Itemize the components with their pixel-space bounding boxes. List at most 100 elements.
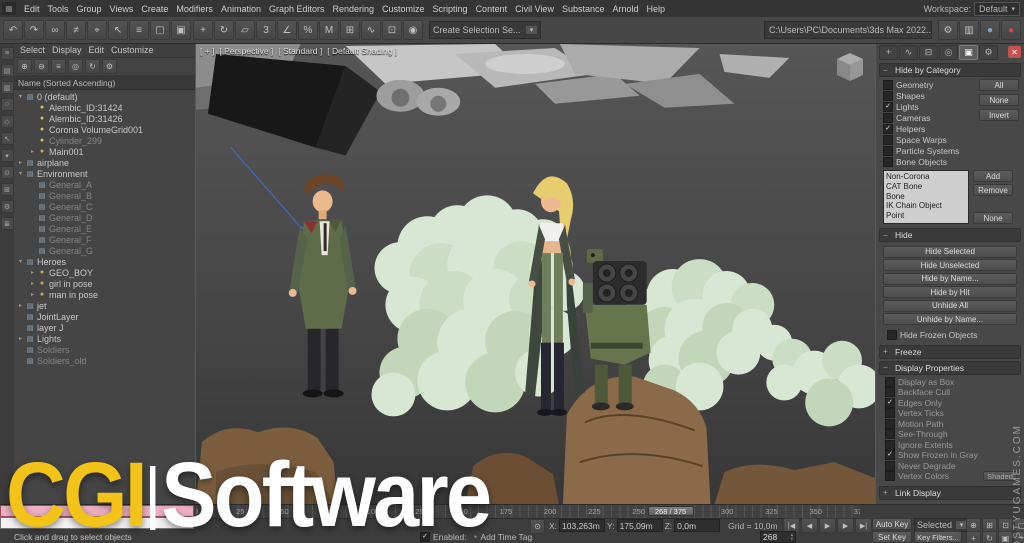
checkbox-bone-objects[interactable] [883, 157, 893, 167]
maximize-viewport-icon[interactable]: ▣ [998, 531, 1013, 543]
y-coordinate-field[interactable]: 175,09m [617, 519, 663, 532]
exclude-category-list[interactable]: Non-CoronaCAT BoneBoneIK Chain ObjectPoi… [883, 170, 969, 224]
checkbox-cameras[interactable] [883, 113, 893, 123]
z-coordinate-field[interactable]: 0,0m [674, 519, 720, 532]
tree-row[interactable]: ●Corona VolumeGrid001 [14, 124, 195, 135]
explorer-sort-header[interactable]: Name (Sorted Ascending) [14, 76, 195, 90]
list-item-ik-chain-object[interactable]: IK Chain Object [886, 201, 966, 211]
checkbox-see-through[interactable] [885, 429, 895, 439]
expand-arrow-icon[interactable]: ▸ [28, 148, 37, 155]
checkbox-vertex-ticks[interactable] [885, 408, 895, 418]
tree-row[interactable]: ●Cylinder_299 [14, 135, 195, 146]
tree-row[interactable]: ▸▤airplane [14, 157, 195, 168]
checkbox-backface-cull[interactable] [885, 387, 895, 397]
expand-arrow-icon[interactable]: ▸ [16, 159, 25, 166]
layer-explorer-icon[interactable]: ▤ [1, 64, 14, 77]
checkbox-display-as-box[interactable] [885, 377, 895, 387]
menu-graph-editors[interactable]: Graph Editors [265, 4, 329, 14]
render-setup-icon[interactable]: ⚙ [938, 20, 958, 40]
remove-button[interactable]: Remove [973, 184, 1013, 196]
tree-row[interactable]: ▤Soldiers_old [14, 355, 195, 366]
tree-row[interactable]: ▾▤Heroes [14, 256, 195, 267]
checkbox-shapes[interactable] [883, 91, 893, 101]
time-slider-handle[interactable]: 268 / 375 [648, 506, 694, 516]
menu-customize[interactable]: Customize [378, 4, 429, 14]
zoom-extents-icon[interactable]: ⊡ [998, 518, 1013, 532]
menu-modifiers[interactable]: Modifiers [172, 4, 217, 14]
spinner-arrows-icon[interactable]: ▴▾ [791, 533, 793, 541]
select-and-scale-icon[interactable]: ▱ [235, 20, 255, 40]
pick-child-icon[interactable]: ⊖ [34, 59, 49, 74]
hide-by-name-button[interactable]: Hide by Name... [883, 273, 1017, 285]
expand-arrow-icon[interactable]: ▾ [16, 93, 25, 100]
none-button[interactable]: None [979, 94, 1019, 106]
select-object-icon[interactable]: ↖ [108, 20, 128, 40]
expand-arrow-icon[interactable]: ▾ [16, 170, 25, 177]
list-item-non-corona[interactable]: Non-Corona [886, 172, 966, 182]
motion-tab-icon[interactable]: ◎ [939, 45, 958, 60]
checkbox-helpers[interactable]: ✓ [883, 124, 893, 134]
check-particle-systems[interactable]: Particle Systems [883, 145, 1019, 156]
menu-substance[interactable]: Substance [558, 4, 609, 14]
link-icon[interactable]: ∞ [45, 20, 65, 40]
menu-rendering[interactable]: Rendering [329, 4, 379, 14]
unhide-all-button[interactable]: Unhide All [883, 300, 1017, 312]
lock-layer-icon[interactable]: ⊙ [1, 166, 14, 179]
menu-views[interactable]: Views [106, 4, 138, 14]
checkbox-ignore-extents[interactable] [885, 440, 895, 450]
pick-parent-icon[interactable]: ⊕ [17, 59, 32, 74]
check-motion-path[interactable]: Motion Path [885, 419, 1019, 430]
tree-row[interactable]: ▤General_G [14, 245, 195, 256]
scene-explorer-icon[interactable]: ≡ [1, 47, 14, 60]
check-ignore-extents[interactable]: Ignore Extents [885, 440, 1019, 451]
freeze-header[interactable]: + Freeze [879, 345, 1021, 359]
expand-arrow-icon[interactable]: ▸ [28, 269, 37, 276]
rectangular-selection-icon[interactable]: ▢ [150, 20, 170, 40]
viewport-label-default-shading[interactable]: [ Default Shading ] [327, 46, 397, 56]
expand-arrow-icon[interactable]: ▾ [16, 258, 25, 265]
viewport-label-standard[interactable]: [ Standard ] [278, 46, 322, 56]
tree-row[interactable]: ▾▤0 (default) [14, 91, 195, 102]
checkbox-never-degrade[interactable] [885, 461, 895, 471]
tree-row[interactable]: ▤General_F [14, 234, 195, 245]
percent-snap-icon[interactable]: % [298, 20, 318, 40]
select-by-name-icon[interactable]: ≡ [129, 20, 149, 40]
check-bone-objects[interactable]: Bone Objects [883, 156, 1019, 167]
tree-row[interactable]: ▸●Main001 [14, 146, 195, 157]
expand-arrow-icon[interactable]: ▸ [28, 291, 37, 298]
expand-arrow-icon[interactable]: ▸ [16, 335, 25, 342]
tree-row[interactable]: ▤JointLayer [14, 311, 195, 322]
menu-arnold[interactable]: Arnold [608, 4, 642, 14]
sync-selection-icon[interactable]: ↻ [85, 59, 100, 74]
menu-tools[interactable]: Tools [44, 4, 73, 14]
viewport-label-perspective[interactable]: [ Perspective ] [219, 46, 273, 56]
link-display-header[interactable]: + Link Display [879, 486, 1021, 500]
menu-civil-view[interactable]: Civil View [511, 4, 558, 14]
tree-row[interactable]: ▸●girl in pose [14, 278, 195, 289]
tree-row[interactable]: ▸▤Lights [14, 333, 195, 344]
menu-edit[interactable]: Edit [20, 4, 44, 14]
checkbox-lights[interactable]: ✓ [883, 102, 893, 112]
check-edges-only[interactable]: ✓Edges Only [885, 398, 1019, 409]
checkbox-vertex-colors[interactable] [885, 471, 895, 481]
check-see-through[interactable]: See-Through [885, 429, 1019, 440]
tree-row[interactable]: ●Alembic_ID:31424 [14, 102, 195, 113]
app-logo-icon[interactable]: ▦ [2, 2, 16, 15]
check-space-warps[interactable]: Space Warps [883, 134, 1019, 145]
workspace-selector[interactable]: Workspace: Default▾ [924, 2, 1024, 16]
display-tab-icon[interactable]: ▣ [959, 45, 978, 60]
filter-icon[interactable]: ▾ [1, 149, 14, 162]
angle-snap-icon[interactable]: ∠ [277, 20, 297, 40]
next-frame-icon[interactable]: ▶ [837, 518, 854, 533]
render-production-icon[interactable]: ● [980, 20, 1000, 40]
check-show-frozen-in-gray[interactable]: ✓Show Frozen in Gray [885, 450, 1019, 461]
tree-row[interactable]: ▸●man in pose [14, 289, 195, 300]
properties-icon[interactable]: ⊞ [1, 183, 14, 196]
menu-help[interactable]: Help [642, 4, 669, 14]
previous-frame-icon[interactable]: ◀ [801, 518, 818, 533]
menu-group[interactable]: Group [73, 4, 106, 14]
check-vertex-ticks[interactable]: Vertex Ticks [885, 408, 1019, 419]
list-item-cat-bone[interactable]: CAT Bone [886, 182, 966, 192]
explorer-menu-display[interactable]: Display [49, 45, 85, 55]
snap-toggle-icon[interactable]: 3 [256, 20, 276, 40]
